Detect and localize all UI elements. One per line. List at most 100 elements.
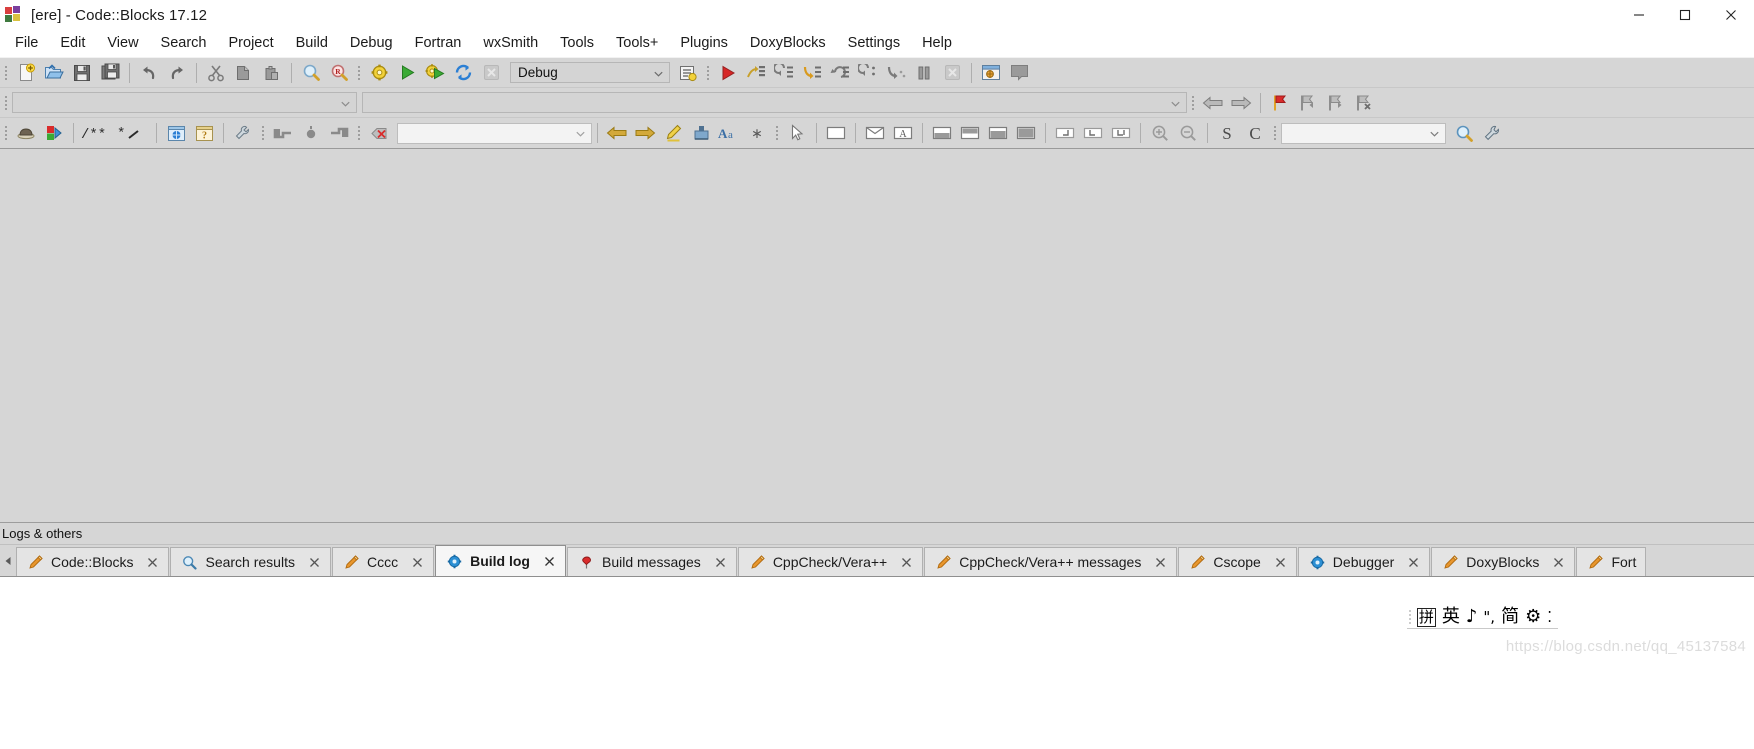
wrench-icon[interactable] [1478, 120, 1506, 147]
tab-search-results[interactable]: Search results [170, 547, 331, 576]
ime-settings-icon[interactable]: ⚙ [1525, 608, 1541, 626]
jump-node-icon[interactable] [297, 120, 325, 147]
toolbar-grip[interactable] [2, 122, 10, 144]
step-into-icon[interactable] [798, 59, 826, 86]
toolbar-grip[interactable] [773, 122, 781, 144]
tab-cppcheck-vera[interactable]: CppCheck/Vera++ [737, 547, 924, 576]
tab-scroll-left-icon[interactable] [0, 545, 16, 576]
open-folder-icon[interactable] [40, 59, 68, 86]
chevron-down-icon[interactable]: ⁚ [1547, 609, 1552, 625]
tab-close-icon[interactable] [543, 555, 556, 568]
toolbar-grip[interactable] [259, 122, 267, 144]
toolbar-grip[interactable] [1271, 122, 1279, 144]
menu-settings[interactable]: Settings [837, 33, 911, 54]
menu-doxyblocks[interactable]: DoxyBlocks [739, 33, 837, 54]
cscope-clear-icon[interactable] [365, 120, 393, 147]
jump-to-end-icon[interactable] [325, 120, 353, 147]
panel-tool-icon[interactable] [822, 120, 850, 147]
toolbar-grip[interactable] [1189, 92, 1197, 114]
step-into-instruction-icon[interactable] [882, 59, 910, 86]
editor-area[interactable] [0, 149, 1754, 523]
break-debugger-icon[interactable] [910, 59, 938, 86]
next-bookmark-icon[interactable] [1322, 89, 1350, 116]
regex-icon[interactable]: ∗ [743, 120, 771, 147]
paste-icon[interactable] [258, 59, 286, 86]
doxyblocks-extract-icon[interactable] [40, 120, 68, 147]
tab-debugger[interactable]: Debugger [1297, 547, 1431, 576]
menu-build[interactable]: Build [285, 33, 339, 54]
back-arrow-icon[interactable] [1199, 89, 1227, 116]
tab-close-icon[interactable] [146, 556, 159, 569]
abort-build-icon[interactable] [477, 59, 505, 86]
tab-close-icon[interactable] [1274, 556, 1287, 569]
layout-top-icon[interactable] [928, 120, 956, 147]
jump-to-start-icon[interactable] [269, 120, 297, 147]
doxyblocks-run-icon[interactable] [12, 120, 40, 147]
pointer-tool-icon[interactable] [783, 120, 811, 147]
save-all-icon[interactable] [96, 59, 124, 86]
build-icon[interactable] [365, 59, 393, 86]
clear-bookmarks-icon[interactable] [1350, 89, 1378, 116]
step-out-icon[interactable] [826, 59, 854, 86]
ime-toolbar[interactable]: 拼 英 ♪ ", 简 ⚙ ⁚ [1406, 604, 1558, 630]
debugging-windows-icon[interactable] [977, 59, 1005, 86]
layout-bottom-icon[interactable] [956, 120, 984, 147]
cscope-next-icon[interactable] [631, 120, 659, 147]
zoom-out-icon[interactable] [1174, 120, 1202, 147]
tab-doxyblocks[interactable]: DoxyBlocks [1431, 547, 1576, 576]
menu-tools[interactable]: Tools [549, 33, 605, 54]
run-to-cursor-icon[interactable] [742, 59, 770, 86]
tools-plus-search-input[interactable] [1281, 122, 1446, 144]
ime-charshape-button[interactable]: 简 [1501, 608, 1519, 626]
menu-project[interactable]: Project [218, 33, 285, 54]
menu-wxsmith[interactable]: wxSmith [472, 33, 549, 54]
menu-plugins[interactable]: Plugins [669, 33, 739, 54]
zoom-in-icon[interactable] [1146, 120, 1174, 147]
replace-icon[interactable]: R [325, 59, 353, 86]
symbol-scope-select[interactable] [12, 92, 357, 113]
comment-block-icon[interactable]: /** [79, 120, 115, 147]
align-tl-icon[interactable] [1051, 120, 1079, 147]
ime-tone-icon[interactable]: ♪ [1466, 608, 1478, 626]
debug-continue-icon[interactable] [714, 59, 742, 86]
symbol-function-select[interactable] [362, 92, 1187, 113]
toolbar-grip[interactable] [2, 62, 10, 84]
cscope-search-input[interactable] [397, 122, 592, 144]
doxygen-html-icon[interactable] [162, 120, 190, 147]
doxyblocks-config-icon[interactable] [229, 120, 257, 147]
cut-icon[interactable] [202, 59, 230, 86]
tab-close-icon[interactable] [1154, 556, 1167, 569]
cscope-previous-icon[interactable] [603, 120, 631, 147]
various-info-icon[interactable] [1005, 59, 1033, 86]
maximize-button[interactable] [1662, 0, 1708, 30]
tab-code-blocks[interactable]: Code::Blocks [16, 547, 170, 576]
ime-punctuation-icon[interactable]: ", [1483, 609, 1495, 625]
find-icon[interactable] [297, 59, 325, 86]
thesaurus-icon[interactable]: C [1241, 120, 1269, 147]
menu-help[interactable]: Help [911, 33, 963, 54]
next-instruction-icon[interactable] [854, 59, 882, 86]
forward-arrow-icon[interactable] [1227, 89, 1255, 116]
layout-full-icon[interactable] [1012, 120, 1040, 147]
tab-build-log[interactable]: Build log [435, 545, 566, 576]
menu-view[interactable]: View [96, 33, 149, 54]
menu-fortran[interactable]: Fortran [404, 33, 473, 54]
align-br-icon[interactable] [1107, 120, 1135, 147]
build-target-select[interactable]: Debug [510, 62, 670, 83]
tab-cppcheck-vera-messages[interactable]: CppCheck/Vera++ messages [924, 547, 1178, 576]
next-line-icon[interactable] [770, 59, 798, 86]
highlight-pencil-icon[interactable] [659, 120, 687, 147]
tab-cccc[interactable]: Cccc [331, 547, 435, 576]
close-button[interactable] [1708, 0, 1754, 30]
dialog-tool-icon[interactable] [861, 120, 889, 147]
run-icon[interactable] [393, 59, 421, 86]
toolbar-grip[interactable] [355, 62, 363, 84]
previous-bookmark-icon[interactable] [1294, 89, 1322, 116]
tab-close-icon[interactable] [900, 556, 913, 569]
comment-line-icon[interactable]: * [115, 120, 151, 147]
menu-debug[interactable]: Debug [339, 33, 404, 54]
copy-icon[interactable] [230, 59, 258, 86]
menu-file[interactable]: File [4, 33, 49, 54]
menu-edit[interactable]: Edit [49, 33, 96, 54]
new-file-icon[interactable] [12, 59, 40, 86]
